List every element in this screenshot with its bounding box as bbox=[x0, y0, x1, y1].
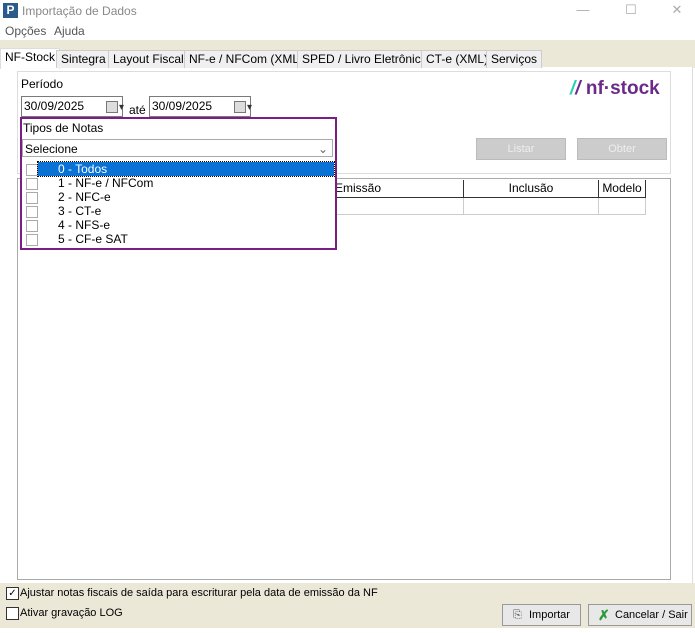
tipos-select-value: Selecione bbox=[25, 142, 78, 156]
tipos-label: Tipos de Notas bbox=[23, 121, 104, 135]
menu-ajuda[interactable]: Ajuda bbox=[54, 24, 85, 38]
chevron-down-icon: ⌄ bbox=[317, 142, 328, 156]
tipos-select[interactable]: Selecione ⌄ bbox=[22, 139, 333, 157]
menu-bar: Opções Ajuda bbox=[0, 22, 695, 40]
tab-nf-stock[interactable]: NF-Stock bbox=[0, 48, 61, 69]
close-button[interactable]: ✕ bbox=[662, 2, 692, 20]
date-to-field[interactable]: 30/09/2025 bbox=[149, 96, 252, 117]
periodo-label: Período bbox=[21, 77, 64, 91]
checkbox[interactable] bbox=[26, 206, 38, 218]
checkbox[interactable] bbox=[26, 164, 38, 176]
date-from-field[interactable]: 30/09/2025 bbox=[21, 96, 124, 117]
import-icon: ⎘ bbox=[513, 609, 522, 621]
maximize-button[interactable]: ☐ bbox=[616, 2, 646, 20]
tab-layout-fiscal[interactable]: Layout Fiscal bbox=[108, 50, 189, 68]
option-nfse[interactable]: 4 - NFS-e bbox=[22, 218, 335, 232]
tab-servicos[interactable]: Serviços bbox=[486, 50, 543, 68]
window-title: Importação de Dados bbox=[22, 4, 137, 18]
calendar-icon[interactable] bbox=[106, 98, 124, 117]
checkbox[interactable] bbox=[26, 220, 38, 232]
checkbox[interactable] bbox=[26, 234, 38, 246]
app-icon: P bbox=[3, 3, 18, 18]
ate-label: até bbox=[129, 103, 146, 117]
menu-opcoes[interactable]: Opções bbox=[5, 24, 46, 38]
option-cte[interactable]: 3 - CT-e bbox=[22, 204, 335, 218]
importar-label: Importar bbox=[529, 609, 570, 621]
date-to-value: 30/09/2025 bbox=[152, 99, 213, 113]
importar-button[interactable]: ⎘ Importar bbox=[502, 604, 581, 626]
ajustar-label: Ajustar notas fiscais de saída para escr… bbox=[20, 587, 378, 599]
column-modelo[interactable]: Modelo bbox=[598, 180, 646, 198]
grid-cell[interactable] bbox=[464, 198, 599, 215]
checkbox[interactable] bbox=[26, 192, 38, 204]
cancelar-button[interactable]: ✗ Cancelar / Sair bbox=[588, 604, 692, 626]
option-nfce[interactable]: 2 - NFC-e bbox=[22, 190, 335, 204]
tab-sintegra[interactable]: Sintegra bbox=[56, 50, 111, 68]
close-x-icon: ✗ bbox=[598, 607, 610, 623]
toolbar-band bbox=[0, 40, 695, 48]
tab-nfe-xml[interactable]: NF-e / NFCom (XML) bbox=[184, 50, 308, 68]
minimize-button[interactable]: — bbox=[568, 2, 598, 20]
option-todos[interactable]: 0 - Todos bbox=[22, 161, 335, 177]
log-checkbox[interactable] bbox=[6, 607, 19, 620]
grid-cell[interactable] bbox=[599, 198, 646, 215]
tipos-notas-dropdown: Tipos de Notas Selecione ⌄ 0 - Todos 1 -… bbox=[20, 117, 337, 250]
title-bar: P Importação de Dados — ☐ ✕ bbox=[0, 0, 695, 22]
ajustar-checkbox[interactable]: ✓ bbox=[6, 587, 19, 600]
tab-sped[interactable]: SPED / Livro Eletrônico bbox=[297, 50, 433, 68]
date-from-value: 30/09/2025 bbox=[24, 99, 85, 113]
cancelar-label: Cancelar / Sair bbox=[615, 609, 688, 621]
log-label: Ativar gravação LOG bbox=[20, 607, 123, 619]
tab-cte-xml[interactable]: CT-e (XML) bbox=[421, 50, 494, 68]
checkbox[interactable] bbox=[26, 178, 38, 190]
listar-button[interactable]: Listar bbox=[476, 138, 566, 160]
column-inclusao[interactable]: Inclusão bbox=[463, 180, 599, 198]
obter-button[interactable]: Obter bbox=[577, 138, 667, 160]
calendar-icon[interactable] bbox=[234, 98, 252, 117]
option-cfe-sat[interactable]: 5 - CF-e SAT bbox=[22, 232, 335, 246]
logo-text: nf·stock bbox=[585, 78, 660, 99]
nf-stock-logo: // nf·stock bbox=[570, 78, 660, 99]
option-nfe[interactable]: 1 - NF-e / NFCom bbox=[22, 176, 335, 190]
